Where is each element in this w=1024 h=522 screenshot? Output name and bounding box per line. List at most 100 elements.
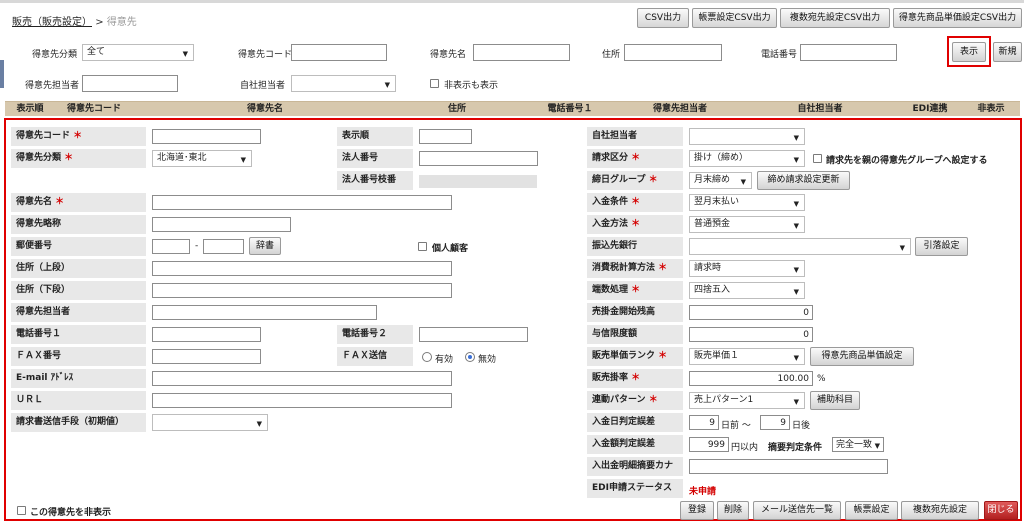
filter-name-input[interactable] [473,44,570,61]
form-settings-button[interactable]: 帳票設定 [845,501,898,520]
url-input[interactable] [152,393,452,408]
bank-select[interactable]: ▼ [689,238,911,255]
rounding-select[interactable]: 四捨五入 ▼ [689,282,805,299]
ar-opening-input[interactable]: 0 [689,305,813,320]
filter-category-select[interactable]: 全て ▼ [82,44,194,61]
price-rank-select[interactable]: 販売単価１ ▼ [689,348,805,365]
amount-tolerance-input[interactable]: 999 [689,437,729,452]
corp-no-label: 法人番号 [337,149,413,168]
summary-cond-select[interactable]: 完全一致 ▼ [832,437,884,452]
col-phone[interactable]: 電話番号１ [525,102,615,116]
hide-customer-checkbox[interactable] [17,506,26,515]
date-after-input[interactable]: 9 [760,415,790,430]
corp-no-input[interactable] [419,151,538,166]
col-address[interactable]: 住所 [397,102,517,116]
close-button[interactable]: 閉じる [984,501,1018,520]
contact-label: 得意先担当者 [11,303,146,322]
multi-address-csv-button[interactable]: 複数宛先設定CSV出力 [780,8,890,28]
fax-send-label: ＦＡＸ送信 [337,347,413,366]
kana-input[interactable] [689,459,888,474]
date-before-input[interactable]: 9 [689,415,719,430]
payment-method-select[interactable]: 普通預金 ▼ [689,216,805,233]
code-input[interactable] [152,129,261,144]
phone1-label: 電話番号１ [11,325,146,344]
col-contact[interactable]: 得意先担当者 [615,102,745,116]
chevron-down-icon: ▼ [793,156,799,164]
zip-input-2[interactable] [203,239,244,254]
fax-input[interactable] [152,349,261,364]
contact-input[interactable] [152,305,377,320]
chevron-down-icon: ▼ [240,156,246,164]
pull-setting-button[interactable]: 引落設定 [915,237,968,256]
rounding-label: 端数処理 ＊ [587,281,683,300]
filter-own-staff-select[interactable]: ▼ [291,75,396,92]
filter-contact-label: 得意先担当者 [25,81,80,91]
filter-phone-label: 電話番号 [761,50,798,60]
date-after-unit: 日後 [792,421,811,431]
parent-group-checkbox[interactable] [813,154,822,163]
filter-category-label: 得意先分類 [32,50,78,60]
chevron-down-icon: ▼ [793,134,799,142]
addr1-input[interactable] [152,261,452,276]
fax-off-radio[interactable] [465,352,475,362]
aux-account-button[interactable]: 補助科目 [810,391,860,410]
col-order[interactable]: 表示順 [7,102,53,116]
billing-type-select[interactable]: 掛け（締め） ▼ [689,150,805,167]
phone2-input[interactable] [419,327,528,342]
delete-button[interactable]: 削除 [717,501,749,520]
col-own-staff[interactable]: 自社担当者 [765,102,875,116]
register-button[interactable]: 登録 [680,501,714,520]
payment-method-label: 入金方法 ＊ [587,215,683,234]
payment-cond-select[interactable]: 翌月末払い ▼ [689,194,805,211]
order-input[interactable] [419,129,472,144]
email-input[interactable] [152,371,452,386]
filter-contact-input[interactable] [82,75,178,92]
chevron-down-icon: ▼ [256,420,262,428]
show-hidden-checkbox[interactable] [430,79,439,88]
fax-on-radio[interactable] [422,352,432,362]
tax-calc-select[interactable]: 請求時 ▼ [689,260,805,277]
parent-group-label: 請求先を親の得意先グループへ設定する [826,156,988,166]
price-rank-label: 販売単価ランク ＊ [587,347,683,366]
col-edi[interactable]: EDI連携 [905,102,955,116]
filter-address-input[interactable] [624,44,722,61]
sales-rate-unit: % [817,374,826,384]
own-staff-select[interactable]: ▼ [689,128,805,145]
breadcrumb-separator: > [95,17,104,28]
col-name[interactable]: 得意先名 [135,102,395,116]
csv-export-button[interactable]: CSV出力 [637,8,689,28]
mail-recipients-button[interactable]: メール送信先一覧 [753,501,841,520]
multi-address-button[interactable]: 複数宛先設定 [901,501,979,520]
short-name-input[interactable] [152,217,291,232]
chevron-down-icon: ▼ [899,244,905,252]
credit-limit-input[interactable]: 0 [689,327,813,342]
category-select[interactable]: 北海道･東北 ▼ [152,150,252,167]
category-label: 得意先分類 ＊ [11,149,146,168]
filter-own-staff-label: 自社担当者 [240,81,286,91]
pattern-select[interactable]: 売上パターン1 ▼ [689,392,805,409]
dictionary-button[interactable]: 辞書 [249,237,281,255]
col-code[interactable]: 得意先コード [55,102,133,116]
phone1-input[interactable] [152,327,261,342]
table-header: 表示順 得意先コード 得意先名 住所 電話番号１ 得意先担当者 自社担当者 ED… [5,101,1020,116]
filter-phone-input[interactable] [800,44,897,61]
closing-group-select[interactable]: 月末締め ▼ [689,172,752,189]
zip-input-1[interactable] [152,239,190,254]
sales-rate-input[interactable]: 100.00 [689,371,813,386]
closing-update-button[interactable]: 締め請求設定更新 [757,171,850,190]
breadcrumb-parent-link[interactable]: 販売（販売設定） [12,17,92,28]
chevron-down-icon: ▼ [793,200,799,208]
show-button[interactable]: 表示 [952,42,986,62]
customer-price-csv-button[interactable]: 得意先商品単価設定CSV出力 [893,8,1022,28]
col-hidden[interactable]: 非表示 [967,102,1015,116]
fax-on-label: 有効 [435,355,454,365]
invoice-method-select[interactable]: ▼ [152,414,268,431]
price-setting-button[interactable]: 得意先商品単価設定 [810,347,914,366]
name-input[interactable] [152,195,452,210]
filter-code-input[interactable] [291,44,387,61]
individual-checkbox[interactable] [418,242,427,251]
addr2-input[interactable] [152,283,452,298]
new-button[interactable]: 新規 [993,42,1022,62]
corp-branch-label: 法人番号枝番 [337,171,413,190]
form-settings-csv-button[interactable]: 帳票設定CSV出力 [692,8,777,28]
